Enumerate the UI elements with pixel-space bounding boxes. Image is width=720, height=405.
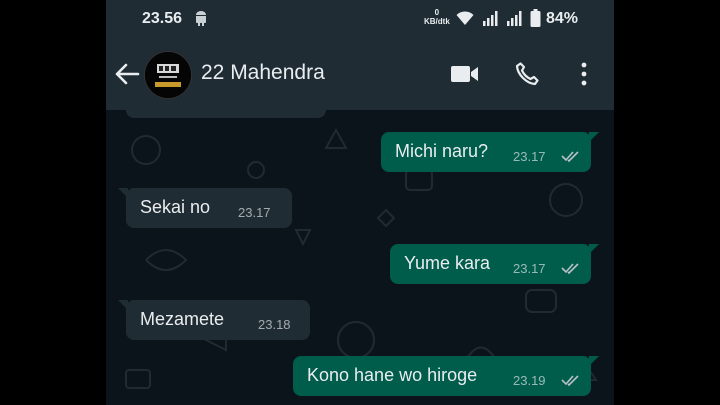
bubble-tail — [589, 356, 599, 366]
bubble-tail — [118, 188, 128, 198]
message-bubble-outgoing[interactable]: Yume kara 23.17 — [390, 244, 599, 284]
read-receipt-icon — [561, 375, 579, 386]
message-time: 23.17 — [238, 205, 271, 220]
message-text: Mezamete — [140, 309, 225, 329]
chat-header: 22 Mahendra — [106, 38, 614, 110]
read-receipt-icon — [561, 263, 579, 274]
message-time: 23.18 — [258, 317, 291, 332]
bubble-tail — [589, 132, 599, 142]
battery-icon — [530, 9, 541, 27]
message-bubble-incoming[interactable]: Mezamete 23.18 — [118, 300, 310, 340]
android-icon — [196, 11, 206, 26]
net-speed-unit: KB/dtk — [424, 17, 450, 26]
phone-icon[interactable] — [514, 61, 540, 87]
avatar[interactable] — [144, 51, 192, 99]
avatar-logo-icon — [145, 52, 191, 98]
phone-screen: 23.56 0 KB/dtk 84% 22 Mahendra Michi nar… — [106, 0, 614, 405]
status-time: 23.56 — [142, 10, 183, 27]
chat-area[interactable]: Michi naru? 23.17 Sekai no 23.17 Yume ka… — [106, 110, 614, 405]
net-speed: 0 KB/dtk — [424, 8, 450, 26]
signal-icon-sim2 — [507, 11, 522, 26]
back-arrow-icon[interactable] — [114, 62, 140, 86]
status-bar: 23.56 0 KB/dtk 84% — [106, 0, 614, 38]
message-text: Michi naru? — [395, 141, 489, 161]
message-time: 23.17 — [513, 149, 546, 164]
video-call-icon[interactable] — [450, 63, 480, 85]
contact-name[interactable]: 22 Mahendra — [201, 61, 325, 85]
battery-percent: 84% — [546, 10, 579, 27]
wifi-icon — [456, 11, 474, 25]
message-bubble-outgoing[interactable]: Kono hane wo hiroge 23.19 — [293, 356, 599, 396]
bubble-tail — [589, 244, 599, 254]
message-text: Sekai no — [140, 197, 211, 217]
message-time: 23.19 — [513, 373, 546, 388]
previous-message-edge — [126, 110, 326, 118]
signal-icon — [483, 11, 498, 26]
message-text: Yume kara — [404, 253, 491, 273]
more-options-icon[interactable] — [578, 61, 590, 87]
message-text: Kono hane wo hiroge — [307, 365, 478, 385]
message-time: 23.17 — [513, 261, 546, 276]
net-speed-value: 0 — [434, 8, 440, 17]
message-bubble-outgoing[interactable]: Michi naru? 23.17 — [381, 132, 599, 172]
read-receipt-icon — [561, 151, 579, 162]
message-bubble-incoming[interactable]: Sekai no 23.17 — [118, 188, 292, 228]
bubble-tail — [118, 300, 128, 310]
